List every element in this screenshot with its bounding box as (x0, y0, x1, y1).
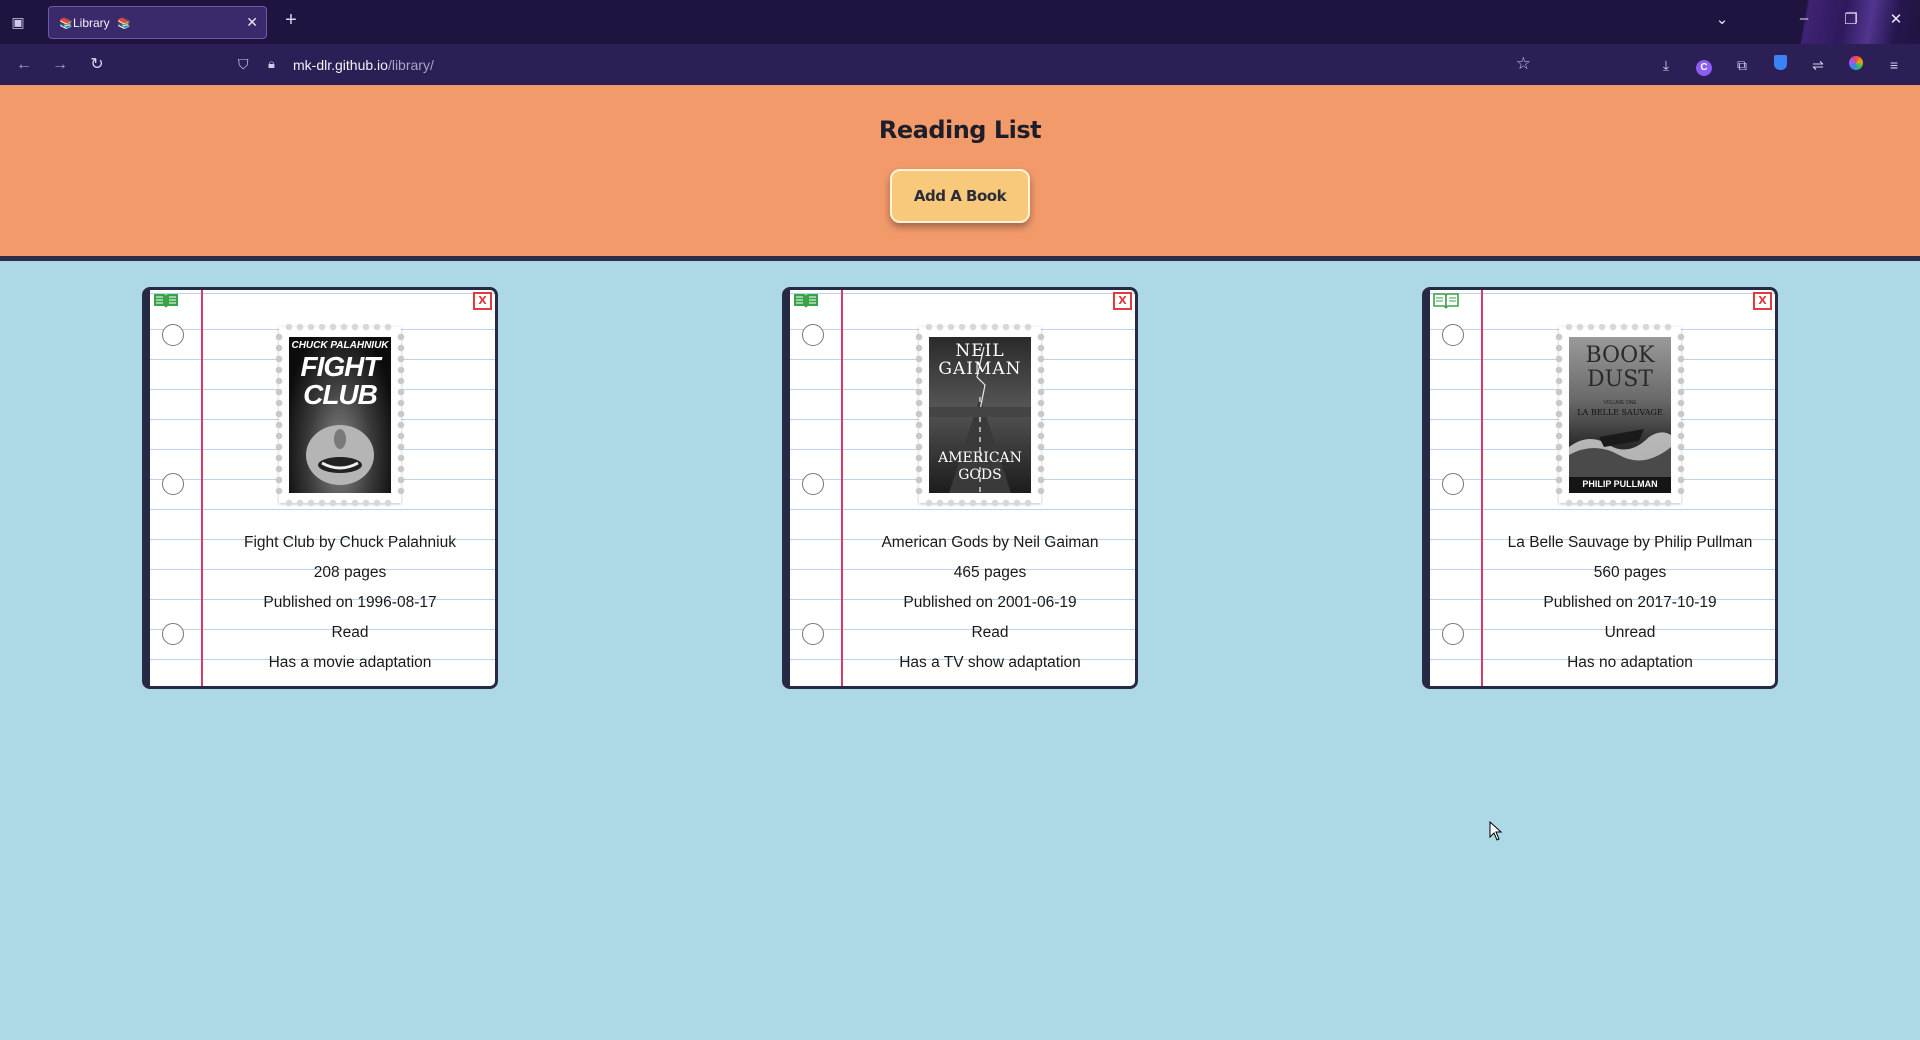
cover-author-line1: NEIL (955, 341, 1005, 361)
shield-icon[interactable]: ⛉ (238, 56, 249, 73)
bookmark-star-icon[interactable]: ☆ (1516, 54, 1531, 74)
binder-hole (162, 623, 184, 645)
tab-close-icon[interactable]: ✕ (246, 14, 258, 31)
book-card: X NEIL GAIMAN AMERICAN GODS American God… (782, 287, 1138, 689)
binder-hole (1442, 324, 1464, 346)
cover-title-line2: CLUB (303, 379, 378, 410)
book-cover-stamp: BOOK DUST VOLUME ONE LA BELLE SAUVAGE PH… (1555, 323, 1685, 507)
delete-book-button[interactable]: X (1113, 292, 1132, 310)
book-cover-image: BOOK DUST VOLUME ONE LA BELLE SAUVAGE PH… (1569, 337, 1671, 493)
book-pages: 465 pages (953, 564, 1027, 581)
book-adaptation: Has a movie adaptation (268, 654, 432, 671)
binder-hole (802, 623, 824, 645)
reload-icon[interactable]: ↻ (86, 54, 108, 76)
puzzle-icon[interactable]: ⧉ (1731, 54, 1753, 76)
cover-title-line2: GODS (958, 467, 1002, 483)
url-text[interactable]: mk-dlr.github.io/library/ (293, 57, 434, 73)
cover-title-line1: AMERICAN (938, 450, 1022, 466)
extension-c-icon[interactable]: C (1693, 54, 1715, 76)
theme-decoration (1660, 0, 1920, 44)
window-close-icon[interactable]: ✕ (1885, 10, 1907, 28)
browser-tab[interactable]: 📚 Library 📚 ✕ (48, 6, 267, 39)
lock-icon[interactable]: 🔒︎ (268, 56, 275, 72)
forward-icon[interactable]: → (49, 54, 71, 76)
book-published: Published on 2001-06-19 (903, 594, 1077, 611)
delete-book-button[interactable]: X (1753, 292, 1772, 310)
book-title-author: American Gods by Neil Gaiman (881, 534, 1099, 551)
cover-author-line2: GAIMAN (938, 359, 1022, 379)
download-icon[interactable]: ⤓ (1655, 54, 1677, 76)
open-book-outline-icon[interactable] (1432, 292, 1460, 310)
tab-title: Library (73, 16, 110, 30)
bitwarden-icon[interactable] (1769, 54, 1791, 76)
new-tab-button[interactable]: + (280, 9, 302, 32)
color-icon[interactable] (1845, 54, 1867, 76)
binder-hole (802, 324, 824, 346)
binder-hole (1442, 623, 1464, 645)
cover-author: CHUCK PALAHNIUK (291, 340, 389, 351)
back-icon[interactable]: ← (13, 54, 35, 76)
book-cover-image: CHUCK PALAHNIUK FIGHT CLUB (289, 337, 391, 493)
book-favicon-icon: 📚 (59, 18, 73, 30)
sync-icon[interactable]: ⇌ (1807, 54, 1829, 76)
menu-icon[interactable]: ≡ (1883, 54, 1905, 76)
mouse-cursor-icon (1489, 821, 1503, 841)
cover-author: PHILIP PULLMAN (1582, 479, 1658, 489)
cover-title-line2: DUST (1587, 367, 1653, 392)
page-header: Reading List Add A Book (0, 85, 1920, 261)
url-bar[interactable]: ⛉ 🔒︎ mk-dlr.github.io/library/ ☆ (232, 50, 1537, 79)
cover-subtitle: LA BELLE SAUVAGE (1577, 408, 1663, 417)
book-cover-stamp: NEIL GAIMAN AMERICAN GODS (915, 323, 1045, 507)
tab-list-icon[interactable]: ▣ (8, 12, 28, 32)
open-book-icon[interactable] (792, 292, 820, 310)
binder-hole (162, 324, 184, 346)
cover-title-line1: BOOK (1585, 343, 1655, 368)
book-adaptation: Has no adaptation (1567, 654, 1693, 671)
book-title-author: Fight Club by Chuck Palahniuk (244, 534, 456, 551)
delete-book-button[interactable]: X (473, 292, 492, 310)
book-read-status[interactable]: Read (845, 624, 1135, 642)
book-cover-stamp: CHUCK PALAHNIUK FIGHT CLUB (275, 323, 405, 507)
minimize-icon[interactable]: – (1793, 10, 1815, 27)
margin-line (841, 290, 843, 686)
book-adaptation: Has a TV show adaptation (899, 654, 1081, 671)
cover-volume: VOLUME ONE (1603, 400, 1637, 406)
book-pages: 208 pages (313, 564, 387, 581)
book-card: X BOOK DUST VOLUME ONE LA BELLE SAUVAGE … (1422, 287, 1778, 689)
book-published: Published on 1996-08-17 (263, 594, 437, 611)
book-cover-image: NEIL GAIMAN AMERICAN GODS (929, 337, 1031, 493)
binder-hole (802, 473, 824, 495)
book-title-author: La Belle Sauvage by Philip Pullman (1507, 534, 1753, 551)
open-book-icon[interactable] (152, 292, 180, 310)
book-favicon-icon: 📚 (117, 18, 131, 30)
browser-nav-bar: ← → ↻ ⛉ 🔒︎ mk-dlr.github.io/library/ ☆ ⤓… (0, 44, 1920, 85)
book-pages: 560 pages (1593, 564, 1667, 581)
list-all-tabs-icon[interactable]: ⌄ (1711, 10, 1733, 28)
margin-line (1481, 290, 1483, 686)
binder-hole (1442, 473, 1464, 495)
margin-line (201, 290, 203, 686)
add-book-button[interactable]: Add A Book (890, 169, 1030, 223)
book-read-status[interactable]: Read (205, 624, 495, 642)
binder-hole (162, 473, 184, 495)
book-read-status[interactable]: Unread (1485, 624, 1775, 642)
restore-icon[interactable]: ❐ (1840, 10, 1862, 28)
book-published: Published on 2017-10-19 (1543, 594, 1717, 611)
book-card: X CHUCK PALAHNIUK FIGHT CLUB Fight Club … (142, 287, 498, 689)
browser-tab-bar: ▣ 📚 Library 📚 ✕ + ⌄ – ❐ ✕ (0, 0, 1920, 44)
page-title: Reading List (878, 116, 1042, 144)
